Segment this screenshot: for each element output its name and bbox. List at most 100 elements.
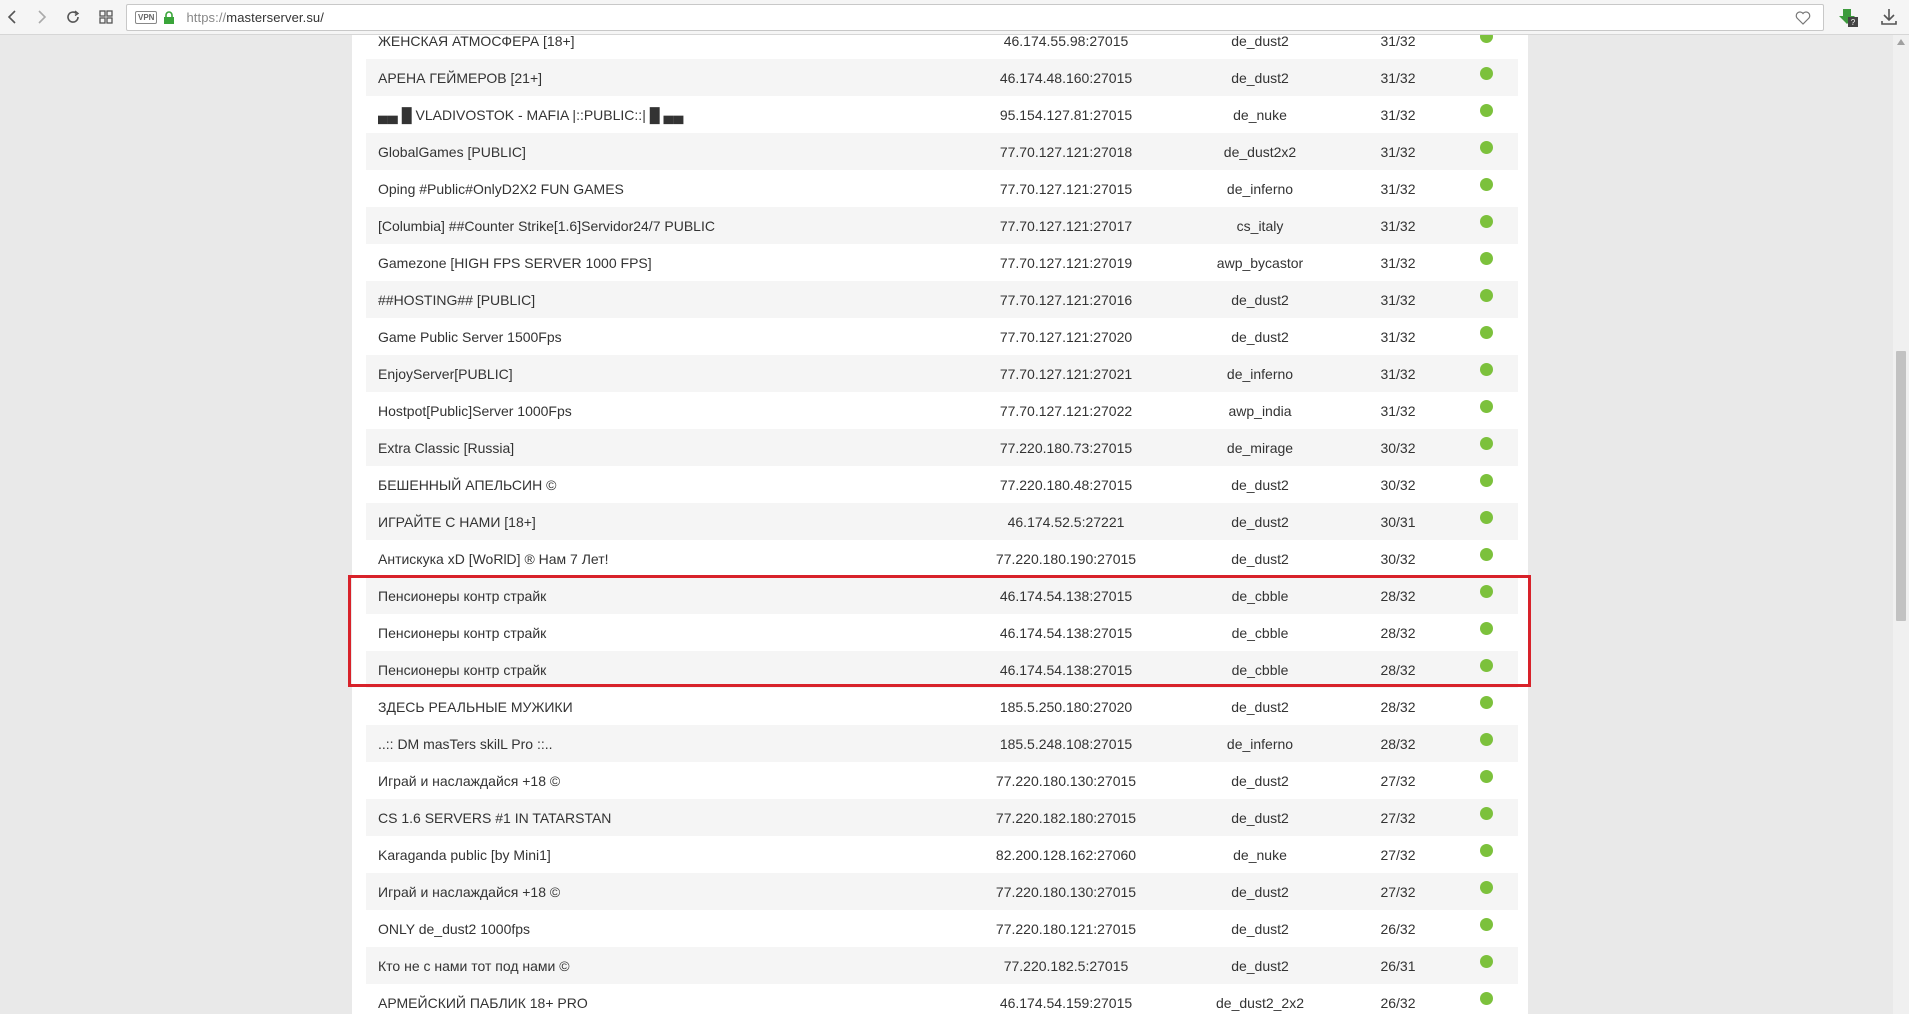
server-status (1442, 59, 1518, 96)
table-row[interactable]: Karaganda public [by Mini1] 82.200.128.16… (366, 836, 1518, 873)
table-row[interactable]: ONLY de_dust2 1000fps 77.220.180.121:2701… (366, 910, 1518, 947)
server-players: 31/32 (1380, 106, 1416, 123)
server-name[interactable]: Extra Classic [Russia] (366, 429, 966, 466)
online-status-icon (1479, 473, 1493, 487)
table-row[interactable]: Oping #Public#OnlyD2X2 FUN GAMES 77.70.12… (366, 170, 1518, 207)
table-row[interactable]: GlobalGames [PUBLIC] 77.70.127.121:27018 d… (366, 133, 1518, 170)
online-status-icon (1479, 510, 1493, 524)
server-name[interactable]: ▄▄ █ VLADIVOSTOK - MAFIA |::PUBLIC::| █ … (366, 96, 966, 133)
table-row[interactable]: CS 1.6 SERVERS #1 IN TATARSTAN 77.220.182… (366, 799, 1518, 836)
online-status-icon (1479, 362, 1493, 376)
server-name[interactable]: Антискука xD [WoRlD] ® Нам 7 Лет! (366, 540, 966, 577)
server-name[interactable]: Gamezone [HIGH FPS SERVER 1000 FPS] (366, 244, 966, 281)
scrollbar[interactable] (1893, 35, 1909, 1014)
server-map: de_dust2 (1231, 291, 1289, 308)
server-name[interactable]: Hostpot[Public]Server 1000Fps (366, 392, 966, 429)
scroll-up-arrow-icon[interactable] (1897, 39, 1905, 45)
server-name[interactable]: ..:: DM masTers skilL Pro ::.. (366, 725, 966, 762)
table-row[interactable]: Пенсионеры контр страйк 46.174.54.138:270… (366, 651, 1518, 688)
server-players: 28/32 (1380, 698, 1416, 715)
server-name[interactable]: ONLY de_dust2 1000fps (366, 910, 966, 947)
table-row[interactable]: Пенсионеры контр страйк 46.174.54.138:270… (366, 614, 1518, 651)
table-row[interactable]: Пенсионеры контр страйк 46.174.54.138:270… (366, 577, 1518, 614)
server-players: 27/32 (1380, 772, 1416, 789)
server-name[interactable]: EnjoyServer[PUBLIC] (366, 355, 966, 392)
server-name[interactable]: ИГРАЙТЕ С НАМИ [18+] (366, 503, 966, 540)
server-players: 27/32 (1380, 883, 1416, 900)
online-status-icon (1479, 140, 1493, 154)
server-name[interactable]: БЕШЕННЫЙ АПЕЛЬСИН © (366, 466, 966, 503)
vpn-badge[interactable]: VPN (135, 11, 158, 24)
table-row[interactable]: АРЕНА ГЕЙМЕРОВ [21+] 46.174.48.160:27015 d… (366, 59, 1518, 96)
table-row[interactable]: ЗДЕСЬ РЕАЛЬНЫЕ МУЖИКИ 185.5.250.180:27020… (366, 688, 1518, 725)
server-name[interactable]: ЖЕНСКАЯ АТМОСФЕРА [18+] (366, 35, 966, 59)
server-status (1442, 725, 1518, 762)
online-status-icon (1479, 880, 1493, 894)
server-map: cs_italy (1236, 217, 1284, 234)
server-status (1442, 799, 1518, 836)
server-name[interactable]: Пенсионеры контр страйк (366, 577, 966, 614)
server-map: awp_india (1228, 402, 1292, 419)
server-map: de_nuke (1233, 106, 1287, 123)
scroll-thumb[interactable] (1896, 351, 1906, 621)
server-status (1442, 244, 1518, 281)
online-status-icon (1479, 584, 1493, 598)
address-bar[interactable]: VPN https://masterserver.su/ (126, 4, 1824, 31)
table-row[interactable]: АРМЕЙСКИЙ ПАБЛИК 18+ PRO 46.174.54.159:27… (366, 984, 1518, 1014)
table-row[interactable]: ▄▄ █ VLADIVOSTOK - MAFIA |::PUBLIC::| █ … (366, 96, 1518, 133)
server-name[interactable]: Играй и наслаждайся +18 © (366, 762, 966, 799)
server-name[interactable]: Karaganda public [by Mini1] (366, 836, 966, 873)
server-name[interactable]: Game Public Server 1500Fps (366, 318, 966, 355)
table-row[interactable]: Extra Classic [Russia] 77.220.180.73:2701… (366, 429, 1518, 466)
table-row[interactable]: Играй и наслаждайся +18 © 77.220.180.130:… (366, 762, 1518, 799)
server-address: 46.174.52.5:27221 (1007, 513, 1125, 530)
url-text[interactable]: https://masterserver.su/ (186, 10, 324, 25)
tabs-grid-icon[interactable] (93, 4, 119, 30)
reload-icon[interactable] (60, 4, 86, 30)
server-name[interactable]: ##HOSTING## [PUBLIC] (366, 281, 966, 318)
table-row[interactable]: ИГРАЙТЕ С НАМИ [18+] 46.174.52.5:27221 de_… (366, 503, 1518, 540)
table-row[interactable]: ##HOSTING## [PUBLIC] 77.70.127.121:27016 d… (366, 281, 1518, 318)
server-name[interactable]: Oping #Public#OnlyD2X2 FUN GAMES (366, 170, 966, 207)
table-row[interactable]: ЖЕНСКАЯ АТМОСФЕРА [18+] 46.174.55.98:2701… (366, 35, 1518, 59)
forward-icon[interactable] (28, 4, 54, 30)
server-address: 46.174.54.159:27015 (999, 994, 1133, 1011)
table-row[interactable]: Играй и наслаждайся +18 © 77.220.180.130:… (366, 873, 1518, 910)
server-status (1442, 762, 1518, 799)
server-name[interactable]: Пенсионеры контр страйк (366, 614, 966, 651)
server-name[interactable]: Пенсионеры контр страйк (366, 651, 966, 688)
server-name[interactable]: Играй и наслаждайся +18 © (366, 873, 966, 910)
table-row[interactable]: Hostpot[Public]Server 1000Fps 77.70.127.1… (366, 392, 1518, 429)
server-name[interactable]: GlobalGames [PUBLIC] (366, 133, 966, 170)
table-row[interactable]: БЕШЕННЫЙ АПЕЛЬСИН © 77.220.180.48:27015 de… (366, 466, 1518, 503)
table-row[interactable]: [Columbia] ##Counter Strike[1.6]Servidor… (366, 207, 1518, 244)
download-icon[interactable] (1878, 6, 1900, 28)
table-row[interactable]: Кто не с нами тот под нами © 77.220.182.5… (366, 947, 1518, 984)
server-address: 77.220.182.180:27015 (995, 809, 1137, 826)
table-row[interactable]: Game Public Server 1500Fps 77.70.127.121:… (366, 318, 1518, 355)
online-status-icon (1479, 214, 1493, 228)
table-row[interactable]: Антискука xD [WoRlD] ® Нам 7 Лет! 77.220.… (366, 540, 1518, 577)
server-table-body: ЖЕНСКАЯ АТМОСФЕРА [18+] 46.174.55.98:2701… (366, 35, 1518, 1014)
server-name[interactable]: [Columbia] ##Counter Strike[1.6]Servidor… (366, 207, 966, 244)
server-name[interactable]: АРМЕЙСКИЙ ПАБЛИК 18+ PRO (366, 984, 966, 1014)
server-status (1442, 614, 1518, 651)
server-players: 31/32 (1380, 35, 1416, 49)
server-name[interactable]: ЗДЕСЬ РЕАЛЬНЫЕ МУЖИКИ (366, 688, 966, 725)
online-status-icon (1479, 35, 1493, 43)
page-content: ЖЕНСКАЯ АТМОСФЕРА [18+] 46.174.55.98:2701… (352, 35, 1528, 1014)
back-icon[interactable] (0, 4, 26, 30)
server-players: 28/32 (1380, 624, 1416, 641)
online-status-icon (1479, 399, 1493, 413)
server-name[interactable]: АРЕНА ГЕЙМЕРОВ [21+] (366, 59, 966, 96)
table-row[interactable]: ..:: DM masTers skilL Pro ::.. 185.5.248.… (366, 725, 1518, 762)
extension-icon[interactable]: ? (1837, 6, 1859, 28)
server-name[interactable]: CS 1.6 SERVERS #1 IN TATARSTAN (366, 799, 966, 836)
online-status-icon (1479, 732, 1493, 746)
bookmark-heart-icon[interactable] (1795, 10, 1811, 26)
server-map: de_inferno (1226, 735, 1294, 752)
server-name[interactable]: Кто не с нами тот под нами © (366, 947, 966, 984)
server-address: 46.174.48.160:27015 (999, 69, 1133, 86)
table-row[interactable]: EnjoyServer[PUBLIC] 77.70.127.121:27021 de… (366, 355, 1518, 392)
table-row[interactable]: Gamezone [HIGH FPS SERVER 1000 FPS] 77.70… (366, 244, 1518, 281)
